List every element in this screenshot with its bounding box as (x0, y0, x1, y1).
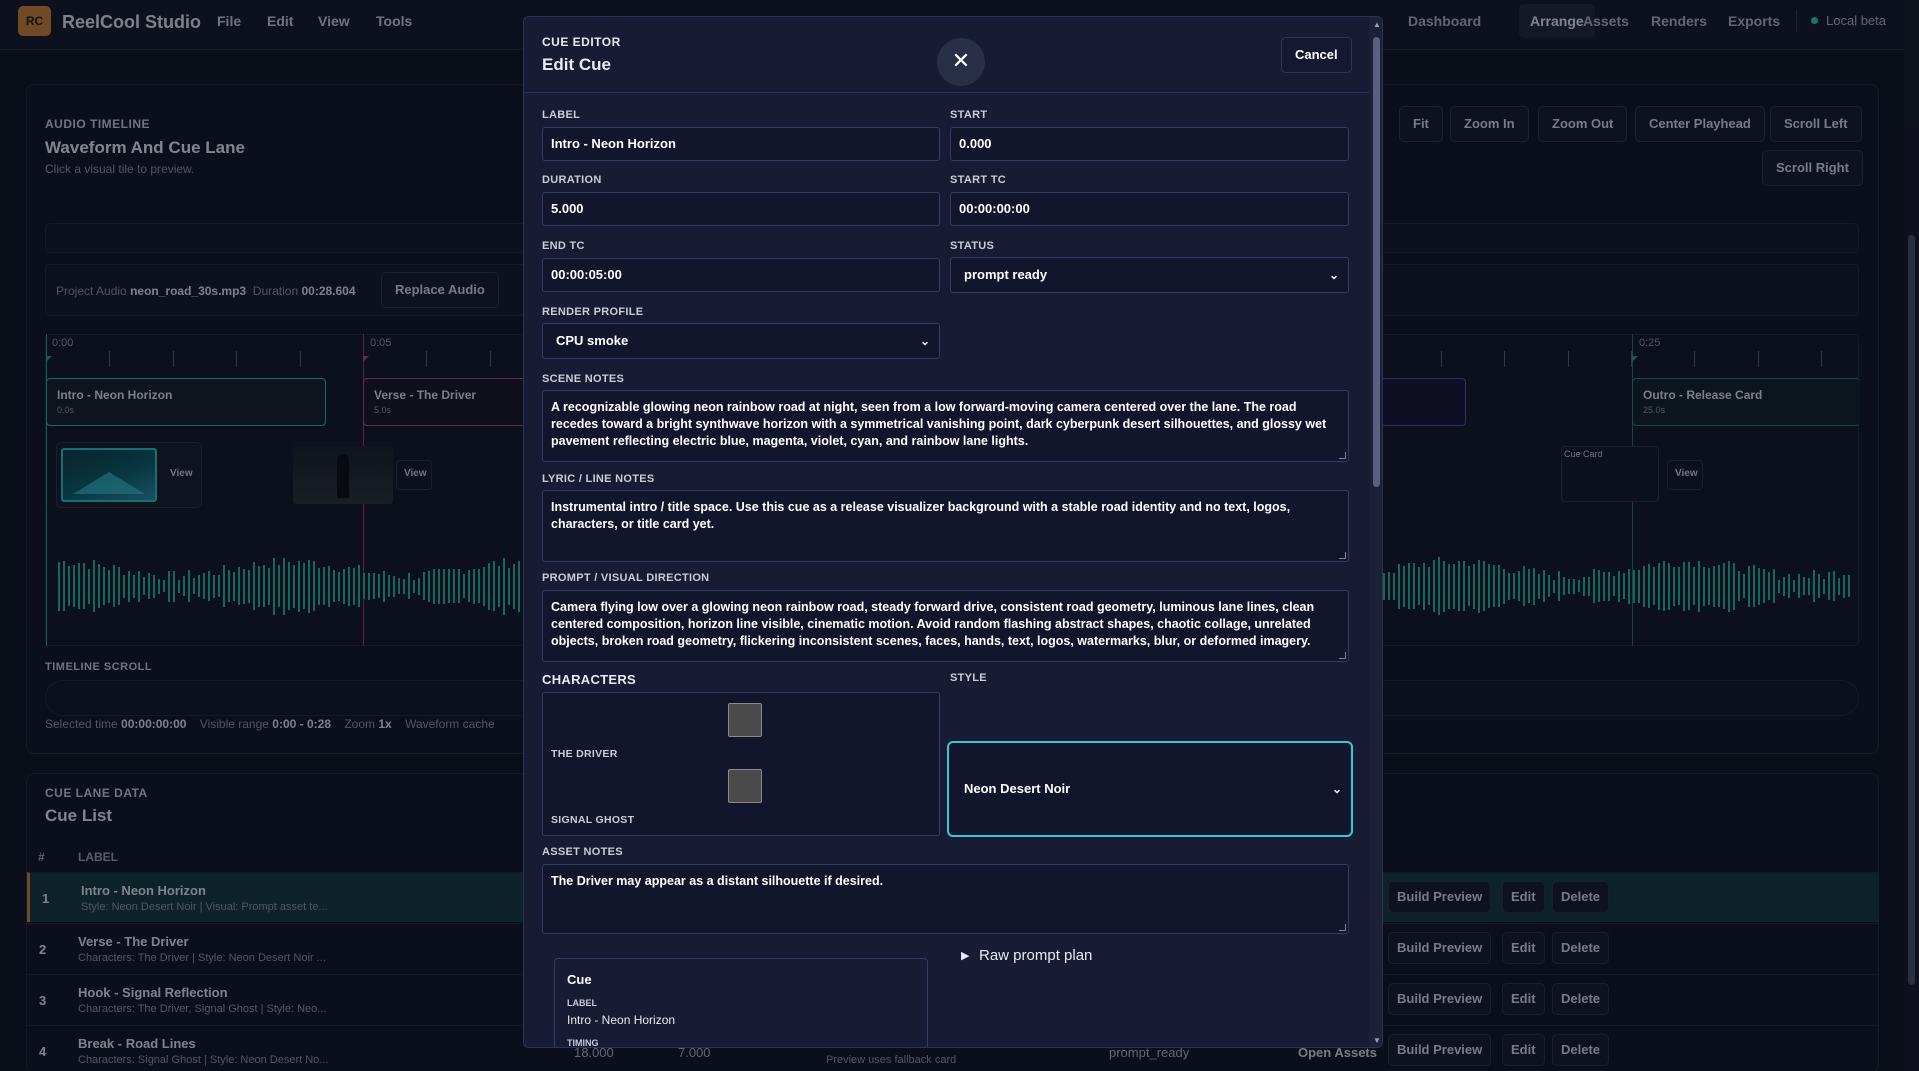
style-select-value: Neon Desert Noir (964, 781, 1071, 796)
lyric-notes-textarea[interactable]: Instrumental intro / title space. Use th… (542, 490, 1349, 562)
chevron-down-icon: ⌄ (1331, 782, 1342, 796)
start-tc-field-label: START TC (950, 174, 1006, 186)
asset-notes-textarea[interactable]: The Driver may appear as a distant silho… (542, 864, 1349, 934)
start-input[interactable]: 0.000 (950, 127, 1349, 161)
label-field-label: LABEL (542, 109, 581, 121)
modal-title: Edit Cue (542, 55, 611, 74)
summary-title: Cue (567, 972, 592, 987)
prompt-label: PROMPT / VISUAL DIRECTION (542, 572, 710, 584)
resize-grip-icon[interactable] (1339, 652, 1346, 659)
resize-grip-icon[interactable] (1339, 452, 1346, 459)
resize-grip-icon[interactable] (1339, 552, 1346, 559)
resize-grip-icon[interactable] (1339, 924, 1346, 931)
cue-summary-card (554, 958, 928, 1047)
chevron-down-icon: ⌄ (919, 334, 930, 348)
status-select[interactable]: prompt ready ⌄ (950, 257, 1349, 293)
start-field-label: START (950, 109, 988, 121)
scroll-up-icon[interactable]: ▲ (1373, 20, 1381, 29)
raw-prompt-plan-toggle[interactable]: Raw prompt plan (979, 947, 1092, 964)
disclosure-triangle-icon[interactable]: ▶ (961, 949, 969, 962)
end-tc-field-label: END TC (542, 240, 585, 252)
character-checkbox-driver[interactable] (728, 703, 762, 737)
asset-notes-label: ASSET NOTES (542, 846, 623, 858)
render-profile-field-label: RENDER PROFILE (542, 306, 644, 318)
summary-label-value: Intro - Neon Horizon (567, 1013, 676, 1027)
character-label-ghost: SIGNAL GHOST (551, 814, 635, 826)
prompt-textarea[interactable]: Camera flying low over a glowing neon ra… (542, 590, 1349, 662)
summary-label-heading: LABEL (567, 998, 597, 1008)
start-tc-input[interactable]: 00:00:00:00 (950, 192, 1349, 226)
lyric-notes-label: LYRIC / LINE NOTES (542, 473, 655, 485)
modal-scrollbar-thumb[interactable] (1373, 37, 1380, 487)
character-label-driver: THE DRIVER (551, 748, 618, 760)
scene-notes-textarea[interactable]: A recognizable glowing neon rainbow road… (542, 390, 1349, 462)
cue-editor-modal: CUE EDITOR Edit Cue ✕ Cancel LABEL Intro… (523, 16, 1383, 1048)
close-icon[interactable]: ✕ (937, 38, 985, 86)
status-field-label: STATUS (950, 240, 995, 252)
duration-field-label: DURATION (542, 174, 602, 186)
character-checkbox-ghost[interactable] (728, 769, 762, 803)
label-input[interactable]: Intro - Neon Horizon (542, 127, 940, 161)
chevron-down-icon: ⌄ (1328, 268, 1339, 282)
status-select-value: prompt ready (964, 267, 1048, 282)
characters-label: CHARACTERS (542, 672, 636, 687)
summary-timing-heading: TIMING (567, 1038, 599, 1048)
style-select[interactable]: Neon Desert Noir ⌄ (947, 741, 1353, 837)
render-profile-select[interactable]: CPU smoke ⌄ (542, 323, 940, 359)
end-tc-input[interactable]: 00:00:05:00 (542, 258, 940, 292)
cancel-button[interactable]: Cancel (1281, 37, 1352, 73)
style-label: STYLE (950, 672, 987, 684)
duration-input[interactable]: 5.000 (542, 192, 940, 226)
render-profile-value: CPU smoke (556, 333, 629, 348)
scroll-down-icon[interactable]: ▼ (1373, 1036, 1381, 1045)
scene-notes-label: SCENE NOTES (542, 373, 625, 385)
modal-kicker: CUE EDITOR (542, 35, 621, 49)
